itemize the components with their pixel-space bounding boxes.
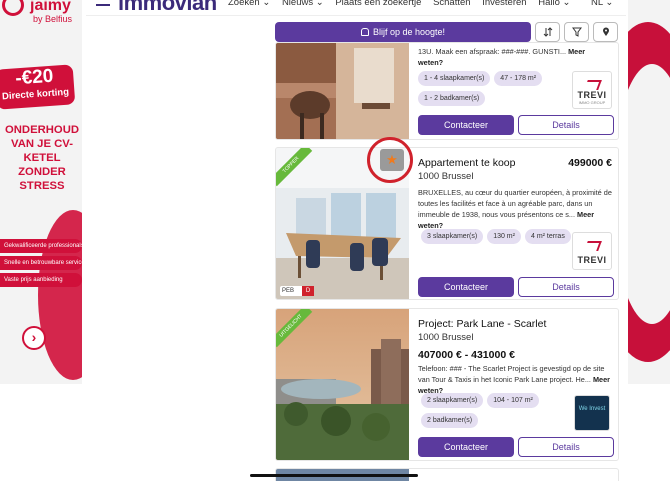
trevi-logo-icon [584,241,602,251]
filter-icon [571,27,582,37]
home-indicator [250,474,418,477]
tag-bathrooms: 2 badkamer(s) [421,413,479,428]
listing-photo[interactable]: UITGELICHT [276,309,409,460]
sort-icon [543,27,552,37]
listing-body: Project: Park Lane - Scarlet 1000 Brusse… [418,309,614,457]
menu-icon[interactable] [96,0,110,6]
listing-price: 407000 € - 431000 € [418,349,515,361]
ad-bullet: Vaste prijs aanbieding [0,273,82,287]
listing-tags: 1 - 2 badkamer(s) [418,87,489,106]
listing-tags: 3 slaapkamer(s) 130 m² 4 m² terras [421,225,575,244]
listing-card[interactable]: UITGELICHT Project: Park Lane - Scarlet … [275,308,619,461]
ad-decoration [628,64,670,324]
peb-text: PEB [282,288,295,294]
nav-item-schatten[interactable]: Schatten [433,0,471,8]
listing-card[interactable]: 13U. Maak een afspraak: ###-###. GUNSTI.… [275,42,619,140]
contact-button[interactable]: Contacteer [418,277,514,297]
nav-item-zoeken[interactable]: Zoeken ⌄ [228,0,270,8]
page: jaimy by Belfius -€20 Directe korting ON… [0,0,670,481]
tag-terrace: 4 m² terras [524,229,571,244]
listing-price: 499000 € [568,157,612,169]
tag-bathrooms: 1 - 2 badkamer(s) [418,91,486,106]
ad-brand-name: jaimy [30,0,71,14]
save-search-alert-button[interactable]: Blijf op de hoogte! [275,22,531,42]
language-selector[interactable]: NL ⌄ [591,0,613,8]
ad-decoration [38,210,82,380]
top-header: immovlan Zoeken ⌄ Nieuws ⌄ Plaats een zo… [86,0,626,16]
listing-photo-image [276,309,409,460]
filter-button[interactable] [564,22,589,42]
agency-logo[interactable]: TREVI IMMO GROUP [572,71,612,109]
listing-tags: 2 slaapkamer(s) 104 - 107 m² [421,389,543,408]
ad-headline: ONDERHOUD VAN JE CV-KETEL ZONDER STRESS [4,124,80,192]
tag-bedrooms: 2 slaapkamer(s) [421,393,484,408]
ad-bullet: Gekwalificeerde professionals [0,239,82,253]
bell-icon [360,28,369,36]
tag-surface: 104 - 107 m² [487,393,539,408]
listing-card[interactable]: TOPPER PEB D Appartement te koop 499000 €… [275,147,619,300]
nav-item-investeren[interactable]: Investeren [482,0,526,8]
listing-body: Appartement te koop 499000 € 1000 Brusse… [418,148,614,297]
listing-description: 13U. Maak een afspraak: ###-###. GUNSTI.… [418,47,586,67]
map-pin-icon [602,27,609,36]
sort-button[interactable] [535,22,560,42]
listing-photo[interactable] [276,43,409,139]
listing-title[interactable]: Project: Park Lane - Scarlet [418,318,612,330]
star-icon: ★ [386,152,398,167]
ad-brand: jaimy by Belfius [0,0,82,30]
agency-name: TREVI [577,255,607,265]
agency-name: TREVI [577,90,607,100]
nav-item-plaats-zoekertje[interactable]: Plaats een zoekertje [335,0,421,8]
tag-surface: 130 m² [487,229,521,244]
details-button[interactable]: Details [518,115,614,135]
map-button[interactable] [593,22,618,42]
ad-next-arrow-icon[interactable]: › [22,326,46,350]
nav-item-account[interactable]: Hallo ⌄ [538,0,570,8]
agency-logo[interactable]: We Invest [574,395,610,431]
ad-promo-badge: -€20 Directe korting [0,64,76,110]
details-button[interactable]: Details [518,437,614,457]
listing-photo-image [276,43,409,139]
peb-rating: D [302,286,314,296]
jaimy-logo-icon [2,0,24,16]
alert-button-label: Blijf op de hoogte! [372,27,446,37]
agency-logo[interactable]: TREVI [572,232,612,270]
peb-label: PEB D [280,286,314,296]
listing-city: 1000 Brussel [418,332,474,343]
main-nav: Zoeken ⌄ Nieuws ⌄ Plaats een zoekertje S… [228,0,579,8]
tag-bedrooms: 3 slaapkamer(s) [421,229,484,244]
listing-tags: 1 - 4 slaapkamer(s) 47 - 178 m² [418,67,546,86]
ad-bullet: Snelle en betrouwbare service [0,256,82,270]
contact-button[interactable]: Contacteer [418,437,514,457]
tag-bedrooms: 1 - 4 slaapkamer(s) [418,71,491,86]
listing-city: 1000 Brussel [418,171,474,182]
contact-button[interactable]: Contacteer [418,115,514,135]
site-logo[interactable]: immovlan [118,0,217,16]
agency-name: We Invest [578,406,606,412]
favorite-star-button[interactable]: ★ [380,149,404,171]
listing-tags: 2 badkamer(s) [421,409,482,428]
right-advertisement[interactable] [628,0,670,384]
listing-body: 13U. Maak een afspraak: ###-###. GUNSTI.… [418,43,614,135]
left-advertisement[interactable]: jaimy by Belfius -€20 Directe korting ON… [0,0,82,384]
ad-brand-sub: by Belfius [33,14,73,24]
tag-surface: 47 - 178 m² [494,71,543,86]
nav-item-nieuws[interactable]: Nieuws ⌄ [282,0,324,8]
agency-subname: IMMO GROUP [578,100,606,105]
trevi-logo-icon [584,80,602,90]
details-button[interactable]: Details [518,277,614,297]
